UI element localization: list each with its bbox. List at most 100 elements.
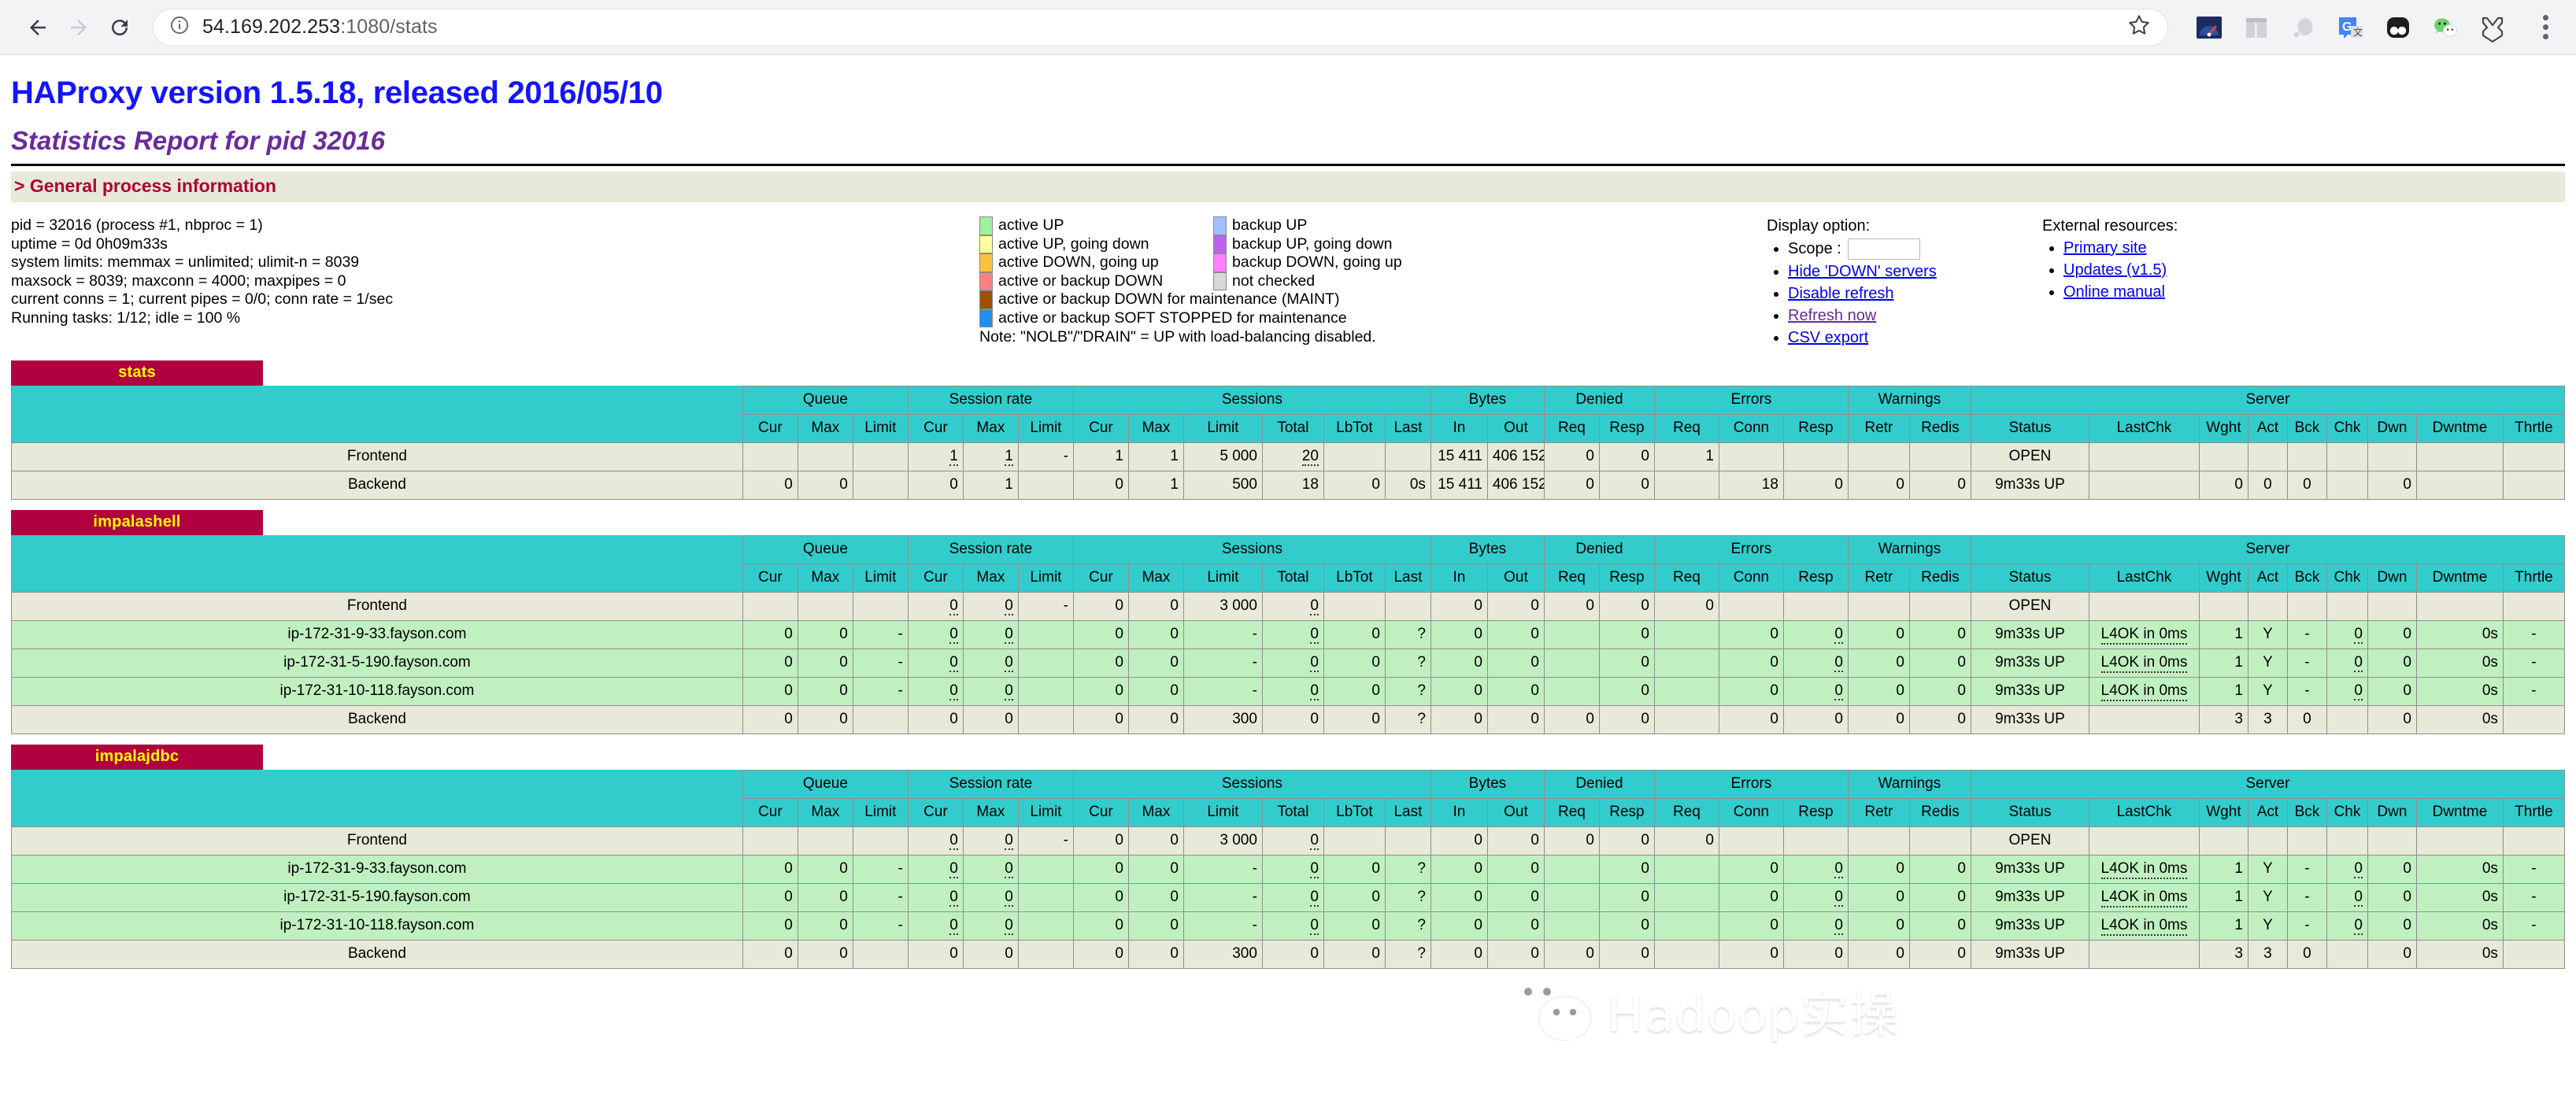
server-name-cell[interactable]: ip-172-31-5-190.fayson.com bbox=[11, 883, 743, 912]
column-group-header: Warnings bbox=[1847, 535, 1971, 564]
cell-dwn: 0 bbox=[2367, 883, 2417, 912]
tooltip-value: 0 bbox=[1005, 626, 1013, 644]
tooltip-value: 0 bbox=[1310, 860, 1319, 878]
cell-d-req: 0 bbox=[1543, 471, 1600, 500]
row-label-cell: Backend bbox=[11, 471, 743, 500]
browser-menu-button[interactable] bbox=[2532, 15, 2559, 39]
updates-link[interactable]: Updates (v1.5) bbox=[2063, 261, 2167, 279]
reload-button[interactable] bbox=[99, 7, 140, 48]
info-circle-icon[interactable] bbox=[169, 15, 190, 39]
cell-status: 9m33s UP bbox=[1970, 705, 2089, 734]
avatar-extension-icon[interactable] bbox=[2288, 12, 2319, 43]
column-group-header: Errors bbox=[1653, 770, 1849, 799]
cell-w-redis bbox=[1908, 592, 1971, 621]
table-group-header-row: Queue Session rate Sessions Bytes Denied Erro… bbox=[11, 386, 2566, 443]
cell-sr-max: 0 bbox=[962, 826, 1019, 856]
column-header-max: Max bbox=[797, 564, 853, 593]
cell-s-last: ? bbox=[1384, 940, 1431, 969]
column-header-retr: Retr bbox=[1847, 798, 1910, 827]
proxy-block: impalajdbc Queue Session rate Sessions Bytes… bbox=[11, 745, 2566, 969]
legend-item: active UP, going down bbox=[979, 235, 1213, 253]
cell-d-req bbox=[1543, 677, 1600, 706]
proxy-stats-table: Queue Session rate Sessions Bytes Denied Erro… bbox=[11, 386, 2566, 500]
cell-bck: 0 bbox=[2286, 471, 2327, 500]
cell-w-redis: 0 bbox=[1908, 911, 1971, 941]
scope-input[interactable] bbox=[1847, 238, 1920, 260]
cell-w-redis: 0 bbox=[1908, 855, 1971, 884]
column-header-req: Req bbox=[1543, 564, 1600, 593]
primary-site-item[interactable]: Primary site bbox=[2063, 238, 2178, 258]
online-manual-item[interactable]: Online manual bbox=[2063, 283, 2178, 302]
column-header-max: Max bbox=[797, 798, 853, 827]
csv-export-link[interactable]: CSV export bbox=[1788, 329, 1868, 346]
column-group-header: Queue bbox=[742, 386, 909, 415]
process-info-line: pid = 32016 (process #1, nbproc = 1) bbox=[11, 216, 263, 234]
cell-sr-cur: 0 bbox=[907, 592, 964, 621]
layout-extension-icon[interactable] bbox=[2241, 12, 2272, 43]
cell-s-total: 0 bbox=[1261, 649, 1324, 678]
column-header-act: Act bbox=[2247, 564, 2288, 593]
tooltip-value: 0 bbox=[1005, 860, 1013, 878]
cell-s-limit: - bbox=[1183, 855, 1263, 884]
server-name-cell[interactable]: ip-172-31-10-118.fayson.com bbox=[11, 911, 743, 941]
column-header-last: Last bbox=[1384, 564, 1431, 593]
primary-site-link[interactable]: Primary site bbox=[2063, 239, 2147, 257]
cell-lastchk bbox=[2088, 940, 2200, 969]
speedtest-extension-icon[interactable] bbox=[2193, 12, 2225, 43]
legend-item: active or backup DOWN for maintenance (M… bbox=[979, 290, 1767, 309]
cell-status: 9m33s UP bbox=[1970, 471, 2089, 500]
process-info-line: uptime = 0d 0h09m33s bbox=[11, 235, 168, 253]
hide-down-servers-item[interactable]: Hide 'DOWN' servers bbox=[1788, 262, 2042, 282]
cell-dwn: 0 bbox=[2367, 911, 2417, 941]
cell-s-max: 1 bbox=[1127, 442, 1184, 471]
back-button[interactable] bbox=[17, 7, 58, 48]
online-manual-link[interactable]: Online manual bbox=[2063, 283, 2165, 301]
cell-q-max bbox=[797, 592, 853, 621]
panda-extension-icon[interactable] bbox=[2382, 12, 2414, 43]
cell-sr-cur: 0 bbox=[907, 883, 964, 912]
cell-thrtle bbox=[2502, 826, 2566, 856]
google-translate-extension-icon[interactable]: G 文 bbox=[2335, 12, 2367, 43]
refresh-now-item[interactable]: Refresh now bbox=[1788, 306, 2042, 326]
cell-w-retr: 0 bbox=[1847, 649, 1910, 678]
tooltip-value: 0 bbox=[2354, 682, 2363, 700]
tooltip-value: 0 bbox=[1834, 917, 1843, 935]
cell-act bbox=[2247, 826, 2288, 856]
cell-s-cur: 0 bbox=[1072, 940, 1129, 969]
disable-refresh-item[interactable]: Disable refresh bbox=[1788, 284, 2042, 304]
cell-dwn bbox=[2367, 592, 2417, 621]
server-name-cell[interactable]: ip-172-31-5-190.fayson.com bbox=[11, 649, 743, 678]
column-header-in: In bbox=[1430, 414, 1488, 443]
cell-sr-max: 0 bbox=[962, 911, 1019, 941]
proxy-name-badge: impalashell bbox=[11, 510, 263, 535]
cell-b-in: 0 bbox=[1430, 911, 1488, 941]
cell-q-limit bbox=[852, 826, 909, 856]
wechat-logo-icon bbox=[1500, 966, 1601, 1053]
cell-q-max: 0 bbox=[797, 911, 853, 941]
hide-down-servers-link[interactable]: Hide 'DOWN' servers bbox=[1788, 263, 1937, 280]
metamask-extension-icon[interactable] bbox=[2477, 12, 2508, 43]
server-name-cell[interactable]: ip-172-31-10-118.fayson.com bbox=[11, 677, 743, 706]
cell-lastchk: L4OK in 0ms bbox=[2088, 883, 2200, 912]
column-header-cur: Cur bbox=[907, 798, 964, 827]
cell-s-cur: 0 bbox=[1072, 883, 1129, 912]
tooltip-value: 0 bbox=[1005, 917, 1013, 935]
disable-refresh-link[interactable]: Disable refresh bbox=[1788, 285, 1894, 302]
cell-chk bbox=[2326, 705, 2368, 734]
address-bar[interactable]: 54.169.202.253:1080/stats bbox=[153, 8, 2168, 46]
legend-label: active or backup DOWN bbox=[998, 272, 1164, 290]
server-name-cell[interactable]: ip-172-31-9-33.fayson.com bbox=[11, 855, 743, 884]
updates-item[interactable]: Updates (v1.5) bbox=[2063, 261, 2178, 280]
legend-swatch-active-up bbox=[979, 216, 993, 235]
legend-swatch-backup-up-going-down bbox=[1213, 235, 1227, 253]
csv-export-item[interactable]: CSV export bbox=[1788, 328, 2042, 348]
tooltip-value: 0 bbox=[1310, 597, 1319, 615]
server-name-cell[interactable]: ip-172-31-9-33.fayson.com bbox=[11, 620, 743, 649]
lastchk-value: L4OK in 0ms bbox=[2100, 860, 2188, 879]
bookmark-button[interactable] bbox=[2115, 13, 2152, 42]
cell-w-retr: 0 bbox=[1847, 705, 1910, 734]
refresh-now-link[interactable]: Refresh now bbox=[1788, 307, 1876, 324]
wechat-extension-icon[interactable] bbox=[2430, 12, 2461, 43]
cell-status: 9m33s UP bbox=[1970, 940, 2089, 969]
forward-button[interactable] bbox=[58, 7, 99, 48]
